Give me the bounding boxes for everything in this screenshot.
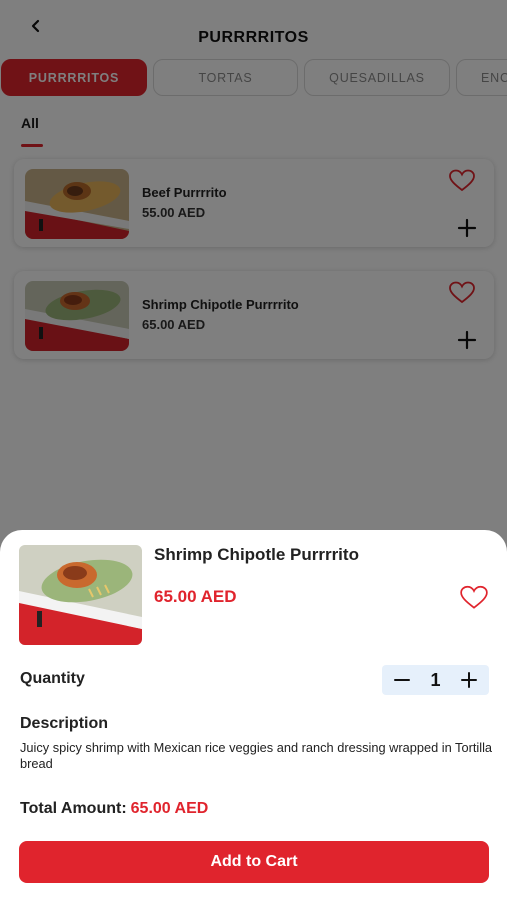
- quantity-stepper: 1: [382, 665, 489, 695]
- product-image: [19, 545, 142, 645]
- minus-icon: [394, 679, 410, 681]
- heart-icon: [460, 585, 488, 609]
- description-text: Juicy spicy shrimp with Mexican rice veg…: [20, 740, 493, 771]
- total-value: 65.00 AED: [130, 800, 209, 817]
- increment-button[interactable]: [460, 672, 477, 688]
- plus-icon: [460, 672, 477, 688]
- product-detail-sheet: Shrimp Chipotle Purrrrito 65.00 AED Quan…: [0, 530, 507, 900]
- favorite-button[interactable]: [459, 585, 489, 611]
- decrement-button[interactable]: [394, 672, 410, 688]
- product-price: 65.00 AED: [154, 587, 237, 606]
- total-amount: Total Amount: 65.00 AED: [20, 800, 208, 818]
- description-label: Description: [20, 715, 109, 732]
- quantity-value: 1: [430, 669, 441, 690]
- quantity-label: Quantity: [20, 670, 85, 687]
- total-label: Total Amount:: [20, 800, 127, 817]
- product-name: Shrimp Chipotle Purrrrito: [154, 545, 359, 564]
- add-to-cart-button[interactable]: Add to Cart: [19, 841, 489, 883]
